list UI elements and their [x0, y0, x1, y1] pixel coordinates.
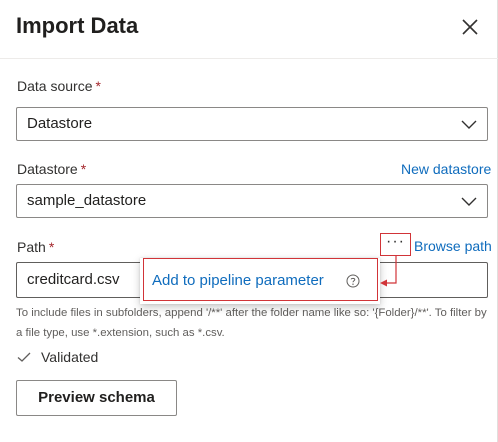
data-source-label: Data source * [17, 78, 101, 94]
import-data-panel: Import Data Data source * Datastore Datas… [0, 0, 498, 442]
path-label: Path * [17, 239, 54, 255]
datastore-value: sample_datastore [27, 192, 147, 209]
chevron-down-icon [461, 197, 477, 206]
validation-text: Validated [41, 349, 99, 365]
validation-status: Validated [17, 349, 98, 365]
preview-schema-button[interactable]: Preview schema [16, 380, 177, 416]
data-source-dropdown[interactable]: Datastore [16, 107, 488, 141]
annotation-arrow [380, 256, 397, 287]
path-help-text: To include files in subfolders, append '… [16, 307, 487, 339]
close-icon[interactable] [458, 15, 482, 39]
chevron-down-icon [461, 120, 477, 129]
data-source-value: Datastore [27, 115, 93, 132]
add-to-pipeline-parameter-item[interactable]: Add to pipeline parameter [143, 258, 378, 301]
required-mark: * [80, 161, 87, 177]
checkmark-icon [17, 352, 31, 362]
path-label-text: Path [17, 239, 46, 255]
new-datastore-link[interactable]: New datastore [401, 161, 491, 177]
dialog-title: Import Data [16, 13, 139, 38]
path-value: creditcard.csv [27, 271, 120, 288]
required-mark: * [48, 239, 55, 255]
data-source-label-text: Data source [17, 78, 93, 94]
datastore-dropdown[interactable]: sample_datastore [16, 184, 488, 218]
datastore-label: Datastore * [17, 161, 86, 177]
browse-path-link[interactable]: Browse path [414, 238, 492, 254]
header-divider [0, 58, 498, 59]
context-menu: Add to pipeline parameter [140, 258, 380, 304]
datastore-label-text: Datastore [17, 161, 78, 177]
help-circle-icon[interactable] [346, 274, 360, 288]
required-mark: * [95, 78, 101, 94]
menu-item-label: Add to pipeline parameter [152, 272, 324, 289]
more-options-button[interactable]: ··· [380, 233, 411, 256]
